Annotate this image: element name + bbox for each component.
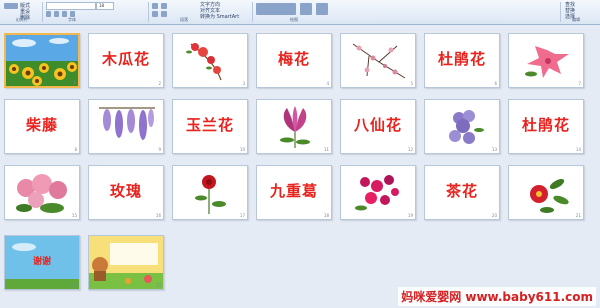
font-size-dropdown[interactable]: 18 bbox=[96, 2, 114, 10]
ribbon-separator bbox=[252, 2, 253, 22]
arrange-button[interactable] bbox=[300, 3, 312, 15]
slide-number: 11 bbox=[323, 147, 329, 152]
cartoon-scene-image bbox=[89, 236, 163, 289]
slide-title-text: 梅花 bbox=[277, 50, 310, 68]
group-font-label: 字体 bbox=[68, 17, 76, 22]
slide-number: 8 bbox=[74, 147, 77, 152]
slide-sorter: 1 木瓜花 2 3 梅花 4 5 杜鹃花 6 7 柴藤 8 9 玉兰花 10 1… bbox=[0, 25, 600, 308]
quick-styles-button[interactable] bbox=[316, 3, 328, 15]
ribbon-toolbar: 版式 重设 删除 幻灯片 18 字体 文字方向 对齐文本 转换为 SmartAr… bbox=[0, 0, 600, 25]
plum-branch-image bbox=[352, 43, 406, 79]
slide-title-text: 玉兰花 bbox=[185, 116, 234, 134]
slide-thumbnail-12[interactable]: 八仙花 12 bbox=[340, 99, 416, 154]
slide-thumbnail-16[interactable]: 玫瑰 16 bbox=[88, 165, 164, 220]
group-paragraph-label: 段落 bbox=[180, 17, 188, 22]
slide-thumbnail-6[interactable]: 杜鹃花 6 bbox=[424, 33, 500, 88]
slide-number: 4 bbox=[326, 81, 329, 86]
slide-number: 21 bbox=[575, 213, 581, 218]
slide-number: 19 bbox=[407, 213, 413, 218]
azalea-image bbox=[525, 46, 569, 78]
slide-number: 5 bbox=[410, 81, 413, 86]
slide-number: 13 bbox=[491, 147, 497, 152]
slide-thumbnail-18[interactable]: 九重葛 18 bbox=[256, 165, 332, 220]
slide-thumbnail-13[interactable]: 13 bbox=[424, 99, 500, 154]
slide-number: 22 bbox=[71, 283, 77, 288]
slide-thumbnail-3[interactable]: 3 bbox=[172, 33, 248, 88]
slide-title-text: 木瓜花 bbox=[101, 50, 150, 68]
slide-number: 16 bbox=[155, 213, 161, 218]
bullets-button[interactable] bbox=[152, 3, 158, 9]
slide-thumbnail-14[interactable]: 杜鹃花 14 bbox=[508, 99, 584, 154]
slide-title-text: 杜鹃花 bbox=[437, 50, 486, 68]
slide-thumbnail-8[interactable]: 柴藤 8 bbox=[4, 99, 80, 154]
slide-title-text: 茶花 bbox=[445, 182, 478, 200]
camellia-image bbox=[530, 178, 569, 213]
slide-thumbnail-7[interactable]: 7 bbox=[508, 33, 584, 88]
slide-thumbnail-9[interactable]: 9 bbox=[88, 99, 164, 154]
slide-number: 20 bbox=[491, 213, 497, 218]
slide-number: 6 bbox=[494, 81, 497, 86]
slide-thumbnail-19[interactable]: 19 bbox=[340, 165, 416, 220]
slide-number: 2 bbox=[158, 81, 161, 86]
slide-number: 3 bbox=[242, 81, 245, 86]
group-slides-label: 幻灯片 bbox=[16, 17, 28, 22]
group-editing-label: 编辑 bbox=[572, 17, 580, 22]
slide-thumbnail-23[interactable]: 23 bbox=[88, 235, 164, 290]
rose-image bbox=[195, 175, 226, 214]
slide-number: 17 bbox=[239, 213, 245, 218]
slide-thumbnail-1[interactable]: 1 bbox=[4, 33, 80, 88]
slide-thumbnail-4[interactable]: 梅花 4 bbox=[256, 33, 332, 88]
numbering-button[interactable] bbox=[161, 3, 167, 9]
group-drawing-label: 绘图 bbox=[290, 17, 298, 22]
quince-flower-image bbox=[186, 43, 222, 81]
slide-number: 18 bbox=[323, 213, 329, 218]
ribbon-separator bbox=[42, 2, 43, 22]
slide-number: 23 bbox=[155, 283, 161, 288]
slide-number: 14 bbox=[575, 147, 581, 152]
shapes-gallery[interactable] bbox=[256, 3, 296, 15]
slide-thumbnail-21[interactable]: 21 bbox=[508, 165, 584, 220]
slide-number: 7 bbox=[578, 81, 581, 86]
italic-button[interactable] bbox=[54, 11, 59, 17]
slide-number: 10 bbox=[239, 147, 245, 152]
slide-title-text: 杜鹃花 bbox=[521, 116, 570, 134]
slide-thumbnail-11[interactable]: 11 bbox=[256, 99, 332, 154]
ribbon-separator bbox=[560, 2, 561, 22]
bougainvillea-image bbox=[355, 175, 399, 211]
site-watermark: 妈咪爱婴网 www.baby611.com bbox=[398, 287, 596, 306]
font-name-dropdown[interactable] bbox=[46, 2, 96, 10]
slide-thumbnail-20[interactable]: 茶花 20 bbox=[424, 165, 500, 220]
slide-thumbnail-17[interactable]: 17 bbox=[172, 165, 248, 220]
slide-title-text: 九重葛 bbox=[269, 182, 318, 200]
slide-thumbnail-2[interactable]: 木瓜花 2 bbox=[88, 33, 164, 88]
slide-thumbnail-22[interactable]: 谢谢 22 bbox=[4, 235, 80, 290]
magnolia-image bbox=[280, 106, 310, 148]
slide-thumbnail-15[interactable]: 15 bbox=[4, 165, 80, 220]
rhododendron-image bbox=[16, 174, 67, 213]
slide-number: 9 bbox=[158, 147, 161, 152]
slide-thumbnail-5[interactable]: 5 bbox=[340, 33, 416, 88]
slide-thumbnail-10[interactable]: 玉兰花 10 bbox=[172, 99, 248, 154]
hydrangea-image bbox=[449, 110, 484, 144]
ribbon-separator bbox=[148, 2, 149, 22]
sunflower-field-image bbox=[6, 35, 78, 86]
wisteria-image bbox=[99, 107, 155, 140]
align-center-button[interactable] bbox=[161, 11, 167, 17]
align-left-button[interactable] bbox=[152, 11, 158, 17]
slide-title-text: 玫瑰 bbox=[109, 182, 142, 200]
layout-button[interactable] bbox=[4, 3, 18, 9]
slide-number: 12 bbox=[407, 147, 413, 152]
slide-number: 15 bbox=[71, 213, 77, 218]
slide-number: 1 bbox=[73, 80, 76, 85]
underline-button[interactable] bbox=[62, 11, 67, 17]
bold-button[interactable] bbox=[46, 11, 51, 17]
smartart-label[interactable]: 转换为 SmartArt bbox=[200, 13, 239, 20]
thanks-text: 谢谢 bbox=[32, 257, 51, 267]
slide-title-text: 八仙花 bbox=[353, 116, 402, 134]
slide-title-text: 柴藤 bbox=[25, 116, 58, 134]
